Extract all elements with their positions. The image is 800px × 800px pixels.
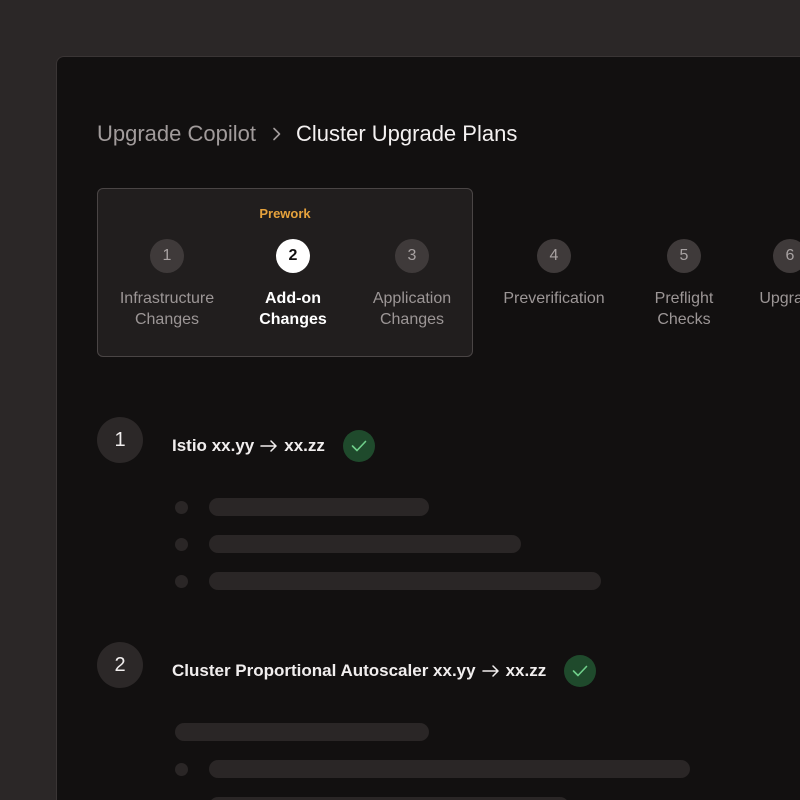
placeholder-bar (209, 760, 690, 778)
prework-label: Prework (259, 206, 311, 221)
placeholder-bar (175, 723, 429, 741)
step-label: Add-on Changes (259, 290, 327, 328)
placeholder-bar (209, 498, 429, 516)
arrow-right-icon (260, 440, 278, 452)
task-to-version: xx.zz (284, 436, 325, 455)
task-title: Istio xx.yy xx.zz (172, 430, 375, 462)
step-label: Application Changes (372, 290, 452, 328)
placeholder-bar (209, 535, 521, 553)
page-title: Cluster Upgrade Plans (295, 121, 518, 146)
step-label: Preverification (503, 290, 605, 307)
chevron-right-icon (272, 127, 282, 141)
placeholder-bar (209, 572, 601, 590)
task-to-version: xx.zz (505, 661, 547, 680)
breadcrumb-parent-link[interactable]: Upgrade Copilot (97, 121, 256, 147)
task-title: Cluster Proportional Autoscaler xx.yy xx… (172, 655, 597, 687)
placeholder-bullet (175, 763, 188, 776)
step-number: 5 (667, 239, 701, 273)
step-application-changes[interactable]: 3 Application Changes (347, 239, 477, 330)
check-icon (564, 655, 597, 687)
placeholder-bullet (175, 501, 188, 514)
placeholder-bullet (175, 538, 188, 551)
step-number: 6 (773, 239, 800, 273)
step-number: 4 (537, 239, 571, 273)
step-number: 2 (276, 239, 310, 273)
step-number: 1 (150, 239, 184, 273)
step-label: Infrastructure Changes (119, 290, 215, 328)
step-preverification[interactable]: 4 Preverification (489, 239, 619, 309)
upgrade-plans-panel: Upgrade Copilot Cluster Upgrade Plans Pr… (56, 56, 800, 800)
task-from-version: xx.yy (211, 436, 255, 455)
step-infrastructure-changes[interactable]: 1 Infrastructure Changes (102, 239, 232, 330)
step-label: Preflight Checks (654, 290, 714, 328)
placeholder-bullet (175, 575, 188, 588)
task-name: Cluster Proportional Autoscaler (172, 661, 429, 680)
task-from-version: xx.yy (433, 661, 476, 680)
arrow-right-icon (481, 665, 500, 677)
step-number: 3 (395, 239, 429, 273)
task-number: 1 (97, 417, 143, 463)
task-name: Istio (172, 436, 207, 455)
check-icon (342, 430, 375, 462)
step-label: Upgrade (759, 290, 800, 307)
step-upgrade[interactable]: 6 Upgrade (725, 239, 800, 309)
breadcrumb: Upgrade Copilot Cluster Upgrade Plans (97, 119, 517, 149)
step-add-on-changes[interactable]: 2 Add-on Changes (228, 239, 358, 330)
task-number: 2 (97, 642, 143, 688)
